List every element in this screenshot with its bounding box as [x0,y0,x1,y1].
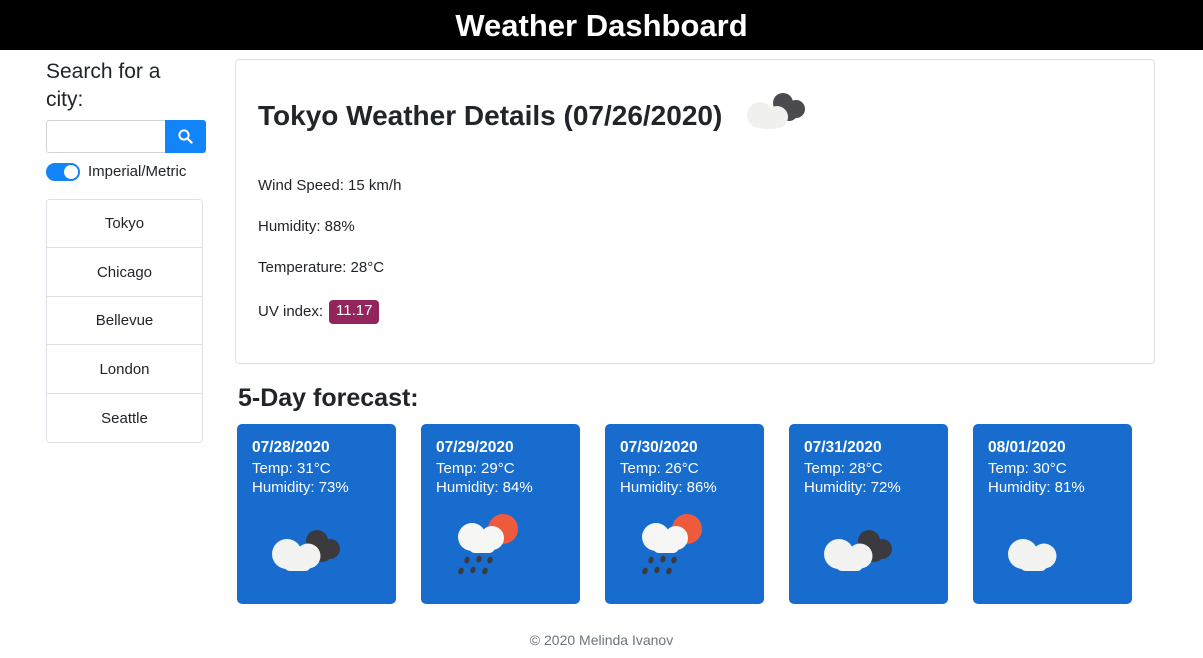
humidity-value: Humidity: 88% [258,218,355,235]
humidity-row: Humidity: 88% [258,218,1132,235]
forecast-temp: Temp: 30°C [988,460,1067,477]
forecast-heading: 5-Day forecast: [238,384,419,412]
forecast-card: 07/28/2020 Temp: 31°C Humidity: 73% [237,424,396,604]
search-button[interactable] [165,119,206,153]
city-list-item[interactable]: Tokyo [47,199,202,249]
page-title: Weather Dashboard [455,7,748,43]
uv-index-label: UV index: [258,303,324,321]
city-list-item[interactable]: Chicago [47,248,202,297]
cloud-icon [1001,525,1083,586]
forecast-date: 07/31/2020 [804,439,882,456]
forecast-card: 08/01/2020 Temp: 30°C Humidity: 81% [973,424,1132,604]
temperature-row: Temperature: 28°C [258,259,1132,276]
units-toggle-row: Imperial/Metric [46,161,225,183]
forecast-humidity: Humidity: 72% [804,479,901,496]
broken-clouds-icon [817,525,899,586]
city-list-item[interactable]: London [47,345,202,394]
forecast-temp: Temp: 29°C [436,460,515,477]
forecast-card: 07/29/2020 Temp: 29°C Humidity: 84% [421,424,580,604]
city-list-item[interactable]: Bellevue [47,296,202,346]
temperature-value: Temperature: 28°C [258,259,385,276]
search-input[interactable] [46,119,165,153]
forecast-date: 07/28/2020 [252,439,330,456]
wind-speed-value: Wind Speed: 15 km/h [258,177,402,194]
uv-index-row: UV index: 11.17 [258,300,1132,324]
forecast-card: 07/31/2020 Temp: 28°C Humidity: 72% [789,424,948,604]
current-weather-title: Tokyo Weather Details (07/26/2020) [258,99,723,131]
sun-cloud-rain-icon [633,511,715,586]
uv-index-badge: 11.17 [329,300,380,324]
forecast-row: 07/28/2020 Temp: 31°C Humidity: 73% 07/2… [235,424,1155,604]
forecast-card: 07/30/2020 Temp: 26°C Humidity: 86% [605,424,764,604]
sun-cloud-rain-icon [449,511,531,586]
footer: © 2020 Melinda Ivanov [529,632,674,648]
units-toggle-label: Imperial/Metric [88,163,187,181]
forecast-date: 07/29/2020 [436,439,514,456]
wind-speed-row: Wind Speed: 15 km/h [258,177,1132,194]
app-header: Weather Dashboard [0,0,1203,50]
toggle-knob [64,164,78,179]
broken-clouds-icon [740,90,812,141]
forecast-humidity: Humidity: 84% [436,479,533,496]
search-label: Search for a city: [46,60,161,111]
body-container: Search for a city: Imperial/Metric Tokyo… [0,50,1203,658]
forecast-temp: Temp: 31°C [252,460,331,477]
broken-clouds-icon [265,525,347,586]
city-list-item[interactable]: Seattle [47,393,202,443]
units-toggle[interactable] [46,162,80,181]
search-icon [177,128,194,145]
forecast-temp: Temp: 26°C [620,460,699,477]
city-list: Tokyo Chicago Bellevue London Seattle [46,198,203,444]
sidebar: Search for a city: Imperial/Metric Tokyo… [0,50,225,658]
weather-dashboard-page: Weather Dashboard Search for a city: Imp… [0,0,1203,658]
forecast-humidity: Humidity: 73% [252,479,349,496]
forecast-date: 07/30/2020 [620,439,698,456]
forecast-date: 08/01/2020 [988,439,1066,456]
forecast-humidity: Humidity: 86% [620,479,717,496]
search-row [46,119,206,153]
current-weather-title-row: Tokyo Weather Details (07/26/2020) [258,90,1132,141]
forecast-humidity: Humidity: 81% [988,479,1085,496]
forecast-temp: Temp: 28°C [804,460,883,477]
main-content: Tokyo Weather Details (07/26/2020) Wind … [225,50,1203,658]
current-weather-panel: Tokyo Weather Details (07/26/2020) Wind … [235,59,1155,364]
